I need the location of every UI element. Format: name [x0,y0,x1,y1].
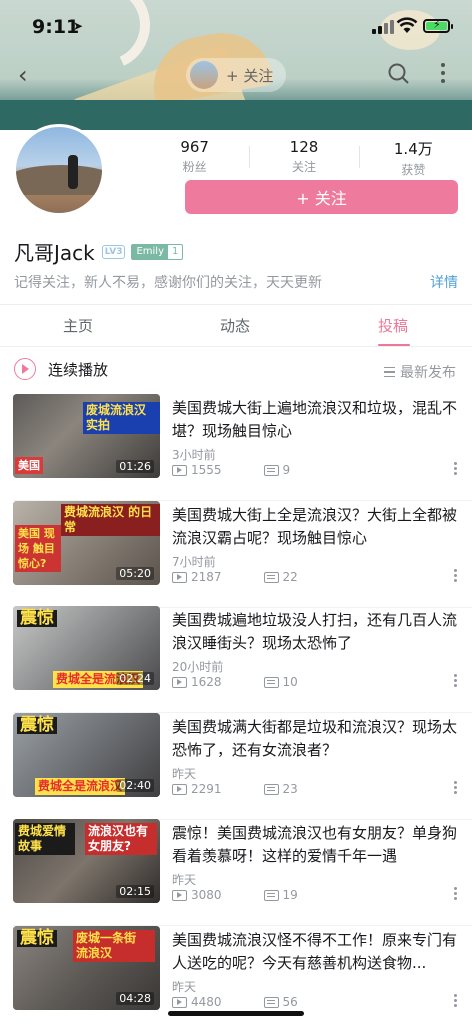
signature: 记得关注，新人不易，感谢你们的关注，天天更新 [14,275,322,291]
video-thumbnail[interactable]: 废城流浪汉 实拍 美国 01:26 [13,394,160,478]
back-arrow-icon[interactable]: ‹ [18,61,28,89]
duration: 04:28 [116,992,154,1005]
danmaku-icon [263,996,279,1008]
video-thumbnail[interactable]: 费城流浪汉 的日常 美国 现场 触目惊心? 05:20 [13,501,160,585]
list-icon [384,366,395,378]
location-arrow-icon: ➤ [73,19,84,33]
danmaku-icon [263,464,279,476]
video-item[interactable]: 震惊 废城一条街 流浪汉 04:28 美国费城流浪汉怪不得不工作！原来专门有人送… [0,926,472,1024]
video-title[interactable]: 美国费城遍地垃圾没人打扫，还有几百人流浪汉睡街头？现场太恐怖了 [172,609,460,655]
more-vertical-icon[interactable] [441,63,445,83]
play-count-icon [172,676,187,688]
video-time: 昨天 [172,767,197,781]
play-count-icon [172,996,187,1008]
video-thumbnail[interactable]: 震惊 费城全是流浪汉 02:24 [13,606,160,690]
video-title[interactable]: 震惊！美国费城流浪汉也有女朋友？单身狗看着羡慕呀！这样的爱情千年一遇 [172,822,460,868]
video-thumbnail[interactable]: 费城爱情 故事 流浪汉也有 女朋友? 02:15 [13,819,160,903]
user-name: 凡哥Jack [14,241,95,265]
video-time: 昨天 [172,873,197,887]
video-meta: 1555 9 [172,463,290,477]
avatar[interactable] [13,124,105,216]
duration: 02:40 [116,779,154,792]
video-meta: 4480 56 [172,995,298,1009]
stat-fans[interactable]: 967 粉丝 [140,138,249,174]
play-circle-icon [14,358,36,380]
name-row: 凡哥Jack LV3 Emily 1 [14,237,184,266]
video-time: 3小时前 [172,448,216,462]
duration: 02:15 [116,885,154,898]
video-meta: 2291 23 [172,782,298,796]
danmaku-icon [263,571,279,583]
duration: 02:24 [116,672,154,685]
more-vertical-icon[interactable] [454,674,457,687]
video-item[interactable]: 费城爱情 故事 流浪汉也有 女朋友? 02:15 震惊！美国费城流浪汉也有女朋友… [0,819,472,926]
detail-link[interactable]: 详情 [430,272,458,292]
more-vertical-icon[interactable] [454,887,457,900]
tab-uploads[interactable]: 投稿 [378,315,408,336]
video-title[interactable]: 美国费城满大街都是垃圾和流浪汉？现场太恐怖了，还有女流浪者？ [172,716,460,762]
tab-dynamics[interactable]: 动态 [220,315,250,336]
profile-stats: 967 粉丝 128 关注 1.4万 获赞 [140,138,468,177]
top-nav: ‹ + 关注 [0,55,472,95]
play-count-icon [172,783,187,795]
divider [0,346,472,347]
nav-follow-pill[interactable]: + 关注 [186,58,286,92]
cellular-signal-icon [372,20,394,34]
duration: 05:20 [116,567,154,580]
tab-bar: 主页 动态 投稿 [0,306,472,346]
danmaku-icon [263,889,279,901]
more-vertical-icon[interactable] [454,462,457,475]
status-bar: 9:11 ➤ ⚡ [0,0,472,50]
tab-home[interactable]: 主页 [63,315,93,336]
danmaku-icon [263,676,279,688]
video-thumbnail[interactable]: 震惊 费城全是流浪汉 02:40 [13,713,160,797]
video-time: 20小时前 [172,660,224,674]
play-count-icon [172,889,187,901]
nav-avatar [190,61,218,89]
stat-following[interactable]: 128 关注 [249,138,358,174]
more-vertical-icon[interactable] [454,994,457,1007]
wifi-icon [396,17,418,33]
nav-follow-label: + 关注 [226,66,274,85]
video-meta: 2187 22 [172,570,298,584]
search-icon[interactable] [388,63,410,85]
more-vertical-icon[interactable] [454,781,457,794]
video-title[interactable]: 美国费城流浪汉怪不得不工作！原来专门有人送吃的呢？今天有慈善机构送食物... [172,929,460,975]
divider [0,304,472,305]
battery-icon: ⚡ [423,18,453,33]
fan-medal[interactable]: Emily 1 [131,243,184,260]
video-time: 昨天 [172,980,197,994]
video-time: 7小时前 [172,555,216,569]
video-meta: 3080 19 [172,888,298,902]
video-item[interactable]: 震惊 费城全是流浪汉 02:40 美国费城满大街都是垃圾和流浪汉？现场太恐怖了，… [0,713,472,820]
video-item[interactable]: 费城流浪汉 的日常 美国 现场 触目惊心? 05:20 美国费城大街上全是流浪汉… [0,501,472,608]
follow-button[interactable]: + 关注 [185,180,458,214]
video-item[interactable]: 废城流浪汉 实拍 美国 01:26 美国费城大街上遍地流浪汉和垃圾，混乱不堪？现… [0,394,472,501]
video-title[interactable]: 美国费城大街上全是流浪汉？大街上全都被流浪汉霸占呢？现场触目惊心 [172,504,460,550]
sort-selector[interactable]: 最新发布 [384,362,456,382]
play-count-icon [172,464,187,476]
duration: 01:26 [116,460,154,473]
stat-likes[interactable]: 1.4万 获赞 [358,138,468,177]
video-item[interactable]: 震惊 费城全是流浪汉 02:24 美国费城遍地垃圾没人打扫，还有几百人流浪汉睡街… [0,606,472,713]
danmaku-icon [263,783,279,795]
continuous-play[interactable]: 连续播放 [14,358,108,380]
video-thumbnail[interactable]: 震惊 废城一条街 流浪汉 04:28 [13,926,160,1010]
home-indicator[interactable] [168,1011,304,1016]
video-meta: 1628 10 [172,675,298,689]
play-count-icon [172,571,187,583]
more-vertical-icon[interactable] [454,569,457,582]
level-badge: LV3 [101,244,126,259]
video-title[interactable]: 美国费城大街上遍地流浪汉和垃圾，混乱不堪？现场触目惊心 [172,397,460,443]
